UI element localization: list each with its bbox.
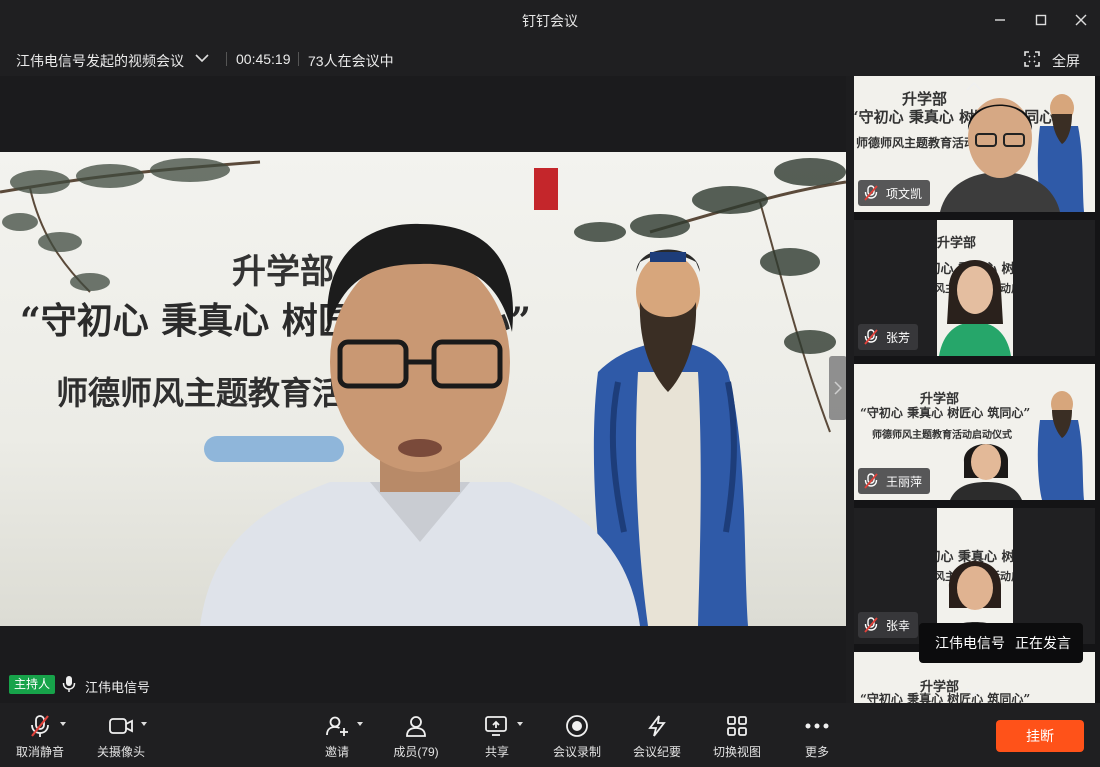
camera-off-button[interactable]: 关摄像头 [81,711,161,763]
participant-count[interactable]: 73人在会议中 [308,51,394,71]
camera-options-caret[interactable] [141,722,147,726]
invite-options-caret[interactable] [357,722,363,726]
participant-tile[interactable]: 升学部 “守初心 秉真心 树匠心 筑同心” 师德师风主题教育活动启动仪式 项文凯 [854,76,1095,212]
minimize-icon [995,19,1005,21]
record-icon [566,715,588,737]
meeting-name[interactable]: 江伟电信号发起的视频会议 [16,51,184,71]
share-icon [485,716,507,736]
unmute-options-caret[interactable] [60,722,66,726]
active-speaker-name: 江伟电信号 [85,680,151,695]
speaking-name: 江伟电信号 [935,635,1005,651]
red-seal-decoration [534,168,558,210]
minutes-icon [648,715,666,737]
speaker-video [200,223,640,626]
more-button[interactable]: 更多 [777,711,857,763]
maximize-button[interactable] [1029,8,1053,32]
minimize-button[interactable] [988,8,1012,32]
mic-muted-icon [864,617,878,633]
chevron-down-icon [966,688,982,698]
chevron-down-icon[interactable] [194,52,210,64]
mic-icon [62,676,76,692]
speaking-indicator-toast: 江伟电信号 正在发言 [919,623,1083,663]
close-button[interactable] [1069,8,1093,32]
chevron-up-icon [966,81,982,91]
maximize-icon [1035,14,1047,26]
hangup-button[interactable]: 挂断 [996,720,1084,752]
meeting-toolbar: 取消静音 关摄像头 邀请 成员(79) 共享 会议录制 会议纪要 切换视图 更多 [0,703,1100,767]
main-video[interactable]: 升学部 “守初心 秉真心 树匠心 筑同心” 师德师风主题教育活动启动仪式 [0,152,846,626]
participant-figure [950,444,1022,500]
invite-button[interactable]: 邀请 [297,711,377,763]
switch-view-button[interactable]: 切换视图 [697,711,777,763]
members-button[interactable]: 成员(79) [376,711,456,763]
meeting-info-bar: 江伟电信号发起的视频会议 00:45:19 73人在会议中 全屏 [0,40,1100,76]
share-options-caret[interactable] [517,722,523,726]
close-icon [1075,14,1087,26]
meeting-duration: 00:45:19 [236,51,291,67]
title-bar: 钉钉会议 [0,0,1100,40]
scroll-up-button[interactable] [942,76,1006,96]
participant-name-tag: 张幸 [858,612,919,638]
participant-name-tag: 项文凯 [858,180,931,206]
collapse-panel-button[interactable] [829,356,847,420]
record-button[interactable]: 会议录制 [537,711,617,763]
speaking-status: 正在发言 [1015,635,1071,651]
minutes-button[interactable]: 会议纪要 [617,711,697,763]
divider [298,52,299,66]
grid-view-icon [727,716,747,736]
mic-muted-icon [31,715,49,737]
participant-tile[interactable]: 升学部 “守初心 秉真心 树匠心 筑同心” 师德师风主题教育活动启动仪式 王丽萍 [854,364,1095,500]
participant-tile[interactable]: 升学部 “守初心 秉真心 树匠心 筑同心” 师德师风主题教育活动启动仪式 张芳 [854,220,1095,356]
fullscreen-button[interactable]: 全屏 [1052,51,1080,71]
window-title: 钉钉会议 [522,13,578,29]
participant-video [940,98,1060,212]
participant-video: 升学部 “守初心 秉真心 树匠心 筑同心” 师德师风主题教育活动启动仪式 [937,220,1013,356]
sage-figure-image [1037,391,1084,500]
panel-divider [846,76,854,703]
more-icon [805,723,829,729]
scroll-down-button[interactable] [942,683,1006,703]
host-badge: 主持人 [9,675,56,694]
divider [226,52,227,66]
camera-icon [109,718,133,734]
invite-icon [326,716,348,736]
unmute-button[interactable]: 取消静音 [0,711,80,763]
participant-name-tag: 张芳 [858,324,919,350]
participant-name-tag: 王丽萍 [858,468,931,494]
mic-muted-icon [864,473,878,489]
members-icon [406,716,426,737]
mic-muted-icon [864,329,878,345]
mic-muted-icon [864,185,878,201]
chevron-right-icon [834,381,842,395]
participant-figure [939,260,1011,356]
share-button[interactable]: 共享 [457,711,537,763]
fullscreen-icon[interactable] [1024,51,1040,67]
